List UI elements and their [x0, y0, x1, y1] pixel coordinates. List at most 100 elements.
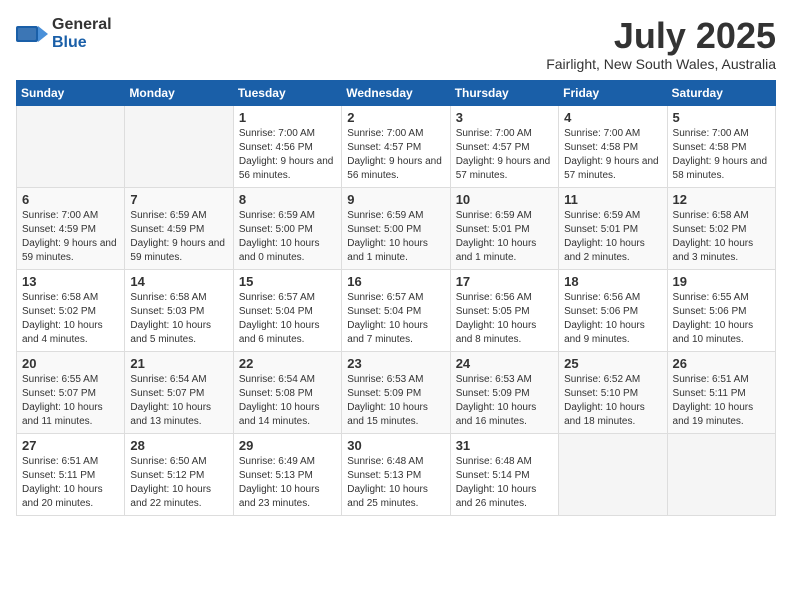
- day-info: Sunrise: 7:00 AMSunset: 4:57 PMDaylight:…: [347, 127, 444, 183]
- calendar-cell: 27 Sunrise: 6:51 AMSunset: 5:11 PMDayligh…: [17, 433, 125, 515]
- day-info: Sunrise: 6:57 AMSunset: 5:04 PMDaylight:…: [347, 291, 444, 347]
- calendar-table: SundayMondayTuesdayWednesdayThursdayFrid…: [16, 80, 776, 516]
- calendar-cell: 19Sunrise: 6:55 AMSunset: 5:06 PMDayligh…: [667, 269, 775, 351]
- day-info: Sunrise: 6:51 AMSunset: 5:11 PMDaylight:…: [22, 455, 119, 511]
- day-number: 21: [130, 356, 227, 371]
- calendar-cell: 4 Sunrise: 7:00 AMSunset: 4:58 PMDaylight…: [559, 105, 667, 187]
- day-info: Sunrise: 6:58 AMSunset: 5:02 PMDaylight:…: [673, 209, 770, 265]
- day-number: 4: [564, 110, 661, 125]
- calendar-week-row: 20 Sunrise: 6:55 AMSunset: 5:07 PMDayligh…: [17, 351, 776, 433]
- day-number: 13: [22, 274, 119, 289]
- day-number: 1: [239, 110, 336, 125]
- calendar-cell: 28Sunrise: 6:50 AMSunset: 5:12 PMDayligh…: [125, 433, 233, 515]
- day-number: 18: [564, 274, 661, 289]
- day-number: 15: [239, 274, 336, 289]
- calendar-cell: 20 Sunrise: 6:55 AMSunset: 5:07 PMDayligh…: [17, 351, 125, 433]
- day-number: 6: [22, 192, 119, 207]
- calendar-cell: 5Sunrise: 7:00 AMSunset: 4:58 PMDaylight…: [667, 105, 775, 187]
- calendar-cell: 25 Sunrise: 6:52 AMSunset: 5:10 PMDayligh…: [559, 351, 667, 433]
- day-info: Sunrise: 6:57 AMSunset: 5:04 PMDaylight:…: [239, 291, 336, 347]
- calendar-cell: 8Sunrise: 6:59 AMSunset: 5:00 PMDaylight…: [233, 187, 341, 269]
- day-header-saturday: Saturday: [667, 80, 775, 105]
- location-title: Fairlight, New South Wales, Australia: [546, 56, 776, 72]
- day-info: Sunrise: 6:54 AMSunset: 5:08 PMDaylight:…: [239, 373, 336, 429]
- day-header-thursday: Thursday: [450, 80, 558, 105]
- day-header-wednesday: Wednesday: [342, 80, 450, 105]
- day-number: 26: [673, 356, 770, 371]
- day-number: 11: [564, 192, 661, 207]
- calendar-cell: [125, 105, 233, 187]
- calendar-cell: 7 Sunrise: 6:59 AMSunset: 4:59 PMDaylight…: [125, 187, 233, 269]
- calendar-cell: 16 Sunrise: 6:57 AMSunset: 5:04 PMDayligh…: [342, 269, 450, 351]
- day-number: 5: [673, 110, 770, 125]
- calendar-week-row: 27 Sunrise: 6:51 AMSunset: 5:11 PMDayligh…: [17, 433, 776, 515]
- calendar-cell: 3Sunrise: 7:00 AMSunset: 4:57 PMDaylight…: [450, 105, 558, 187]
- calendar-cell: [559, 433, 667, 515]
- calendar-cell: 23Sunrise: 6:53 AMSunset: 5:09 PMDayligh…: [342, 351, 450, 433]
- day-info: Sunrise: 7:00 AMSunset: 4:58 PMDaylight:…: [564, 127, 661, 183]
- day-info: Sunrise: 6:53 AMSunset: 5:09 PMDaylight:…: [347, 373, 444, 429]
- calendar-cell: 30Sunrise: 6:48 AMSunset: 5:13 PMDayligh…: [342, 433, 450, 515]
- logo: General Blue: [16, 16, 112, 51]
- calendar-cell: 26 Sunrise: 6:51 AMSunset: 5:11 PMDayligh…: [667, 351, 775, 433]
- day-number: 24: [456, 356, 553, 371]
- month-title: July 2025: [546, 16, 776, 56]
- day-number: 17: [456, 274, 553, 289]
- day-number: 25: [564, 356, 661, 371]
- logo-general-text: General: [52, 16, 112, 34]
- calendar-cell: 6 Sunrise: 7:00 AMSunset: 4:59 PMDaylight…: [17, 187, 125, 269]
- calendar-cell: 17 Sunrise: 6:56 AMSunset: 5:05 PMDayligh…: [450, 269, 558, 351]
- calendar-cell: 13 Sunrise: 6:58 AMSunset: 5:02 PMDayligh…: [17, 269, 125, 351]
- day-number: 9: [347, 192, 444, 207]
- day-number: 16: [347, 274, 444, 289]
- day-header-sunday: Sunday: [17, 80, 125, 105]
- day-info: Sunrise: 7:00 AMSunset: 4:56 PMDaylight:…: [239, 127, 336, 183]
- calendar-cell: 9 Sunrise: 6:59 AMSunset: 5:00 PMDaylight…: [342, 187, 450, 269]
- day-number: 7: [130, 192, 227, 207]
- day-info: Sunrise: 6:50 AMSunset: 5:12 PMDaylight:…: [130, 455, 227, 511]
- day-number: 30: [347, 438, 444, 453]
- calendar-cell: 24 Sunrise: 6:53 AMSunset: 5:09 PMDayligh…: [450, 351, 558, 433]
- day-info: Sunrise: 6:54 AMSunset: 5:07 PMDaylight:…: [130, 373, 227, 429]
- calendar-cell: [667, 433, 775, 515]
- calendar-cell: 29Sunrise: 6:49 AMSunset: 5:13 PMDayligh…: [233, 433, 341, 515]
- day-info: Sunrise: 7:00 AMSunset: 4:59 PMDaylight:…: [22, 209, 119, 265]
- day-info: Sunrise: 6:55 AMSunset: 5:07 PMDaylight:…: [22, 373, 119, 429]
- day-info: Sunrise: 6:56 AMSunset: 5:05 PMDaylight:…: [456, 291, 553, 347]
- day-number: 27: [22, 438, 119, 453]
- calendar-cell: [17, 105, 125, 187]
- calendar-cell: 2 Sunrise: 7:00 AMSunset: 4:57 PMDaylight…: [342, 105, 450, 187]
- calendar-cell: 18Sunrise: 6:56 AMSunset: 5:06 PMDayligh…: [559, 269, 667, 351]
- day-number: 12: [673, 192, 770, 207]
- day-info: Sunrise: 6:58 AMSunset: 5:02 PMDaylight:…: [22, 291, 119, 347]
- day-info: Sunrise: 6:59 AMSunset: 4:59 PMDaylight:…: [130, 209, 227, 265]
- logo-blue-text: Blue: [52, 34, 112, 52]
- day-number: 14: [130, 274, 227, 289]
- logo-icon: [16, 18, 48, 50]
- calendar-cell: 12 Sunrise: 6:58 AMSunset: 5:02 PMDayligh…: [667, 187, 775, 269]
- day-number: 31: [456, 438, 553, 453]
- day-info: Sunrise: 6:51 AMSunset: 5:11 PMDaylight:…: [673, 373, 770, 429]
- calendar-cell: 11 Sunrise: 6:59 AMSunset: 5:01 PMDayligh…: [559, 187, 667, 269]
- day-number: 3: [456, 110, 553, 125]
- calendar-week-row: 6 Sunrise: 7:00 AMSunset: 4:59 PMDaylight…: [17, 187, 776, 269]
- page-header: General Blue July 2025 Fairlight, New So…: [16, 16, 776, 72]
- day-header-tuesday: Tuesday: [233, 80, 341, 105]
- day-number: 20: [22, 356, 119, 371]
- calendar-header-row: SundayMondayTuesdayWednesdayThursdayFrid…: [17, 80, 776, 105]
- day-info: Sunrise: 6:53 AMSunset: 5:09 PMDaylight:…: [456, 373, 553, 429]
- day-info: Sunrise: 6:59 AMSunset: 5:00 PMDaylight:…: [239, 209, 336, 265]
- day-info: Sunrise: 6:59 AMSunset: 5:01 PMDaylight:…: [564, 209, 661, 265]
- day-info: Sunrise: 6:59 AMSunset: 5:00 PMDaylight:…: [347, 209, 444, 265]
- day-number: 29: [239, 438, 336, 453]
- day-info: Sunrise: 6:58 AMSunset: 5:03 PMDaylight:…: [130, 291, 227, 347]
- calendar-cell: 21 Sunrise: 6:54 AMSunset: 5:07 PMDayligh…: [125, 351, 233, 433]
- calendar-cell: 15 Sunrise: 6:57 AMSunset: 5:04 PMDayligh…: [233, 269, 341, 351]
- day-number: 10: [456, 192, 553, 207]
- calendar-week-row: 13 Sunrise: 6:58 AMSunset: 5:02 PMDayligh…: [17, 269, 776, 351]
- day-number: 19: [673, 274, 770, 289]
- calendar-cell: 14 Sunrise: 6:58 AMSunset: 5:03 PMDayligh…: [125, 269, 233, 351]
- calendar-cell: 22Sunrise: 6:54 AMSunset: 5:08 PMDayligh…: [233, 351, 341, 433]
- day-number: 2: [347, 110, 444, 125]
- day-info: Sunrise: 6:52 AMSunset: 5:10 PMDaylight:…: [564, 373, 661, 429]
